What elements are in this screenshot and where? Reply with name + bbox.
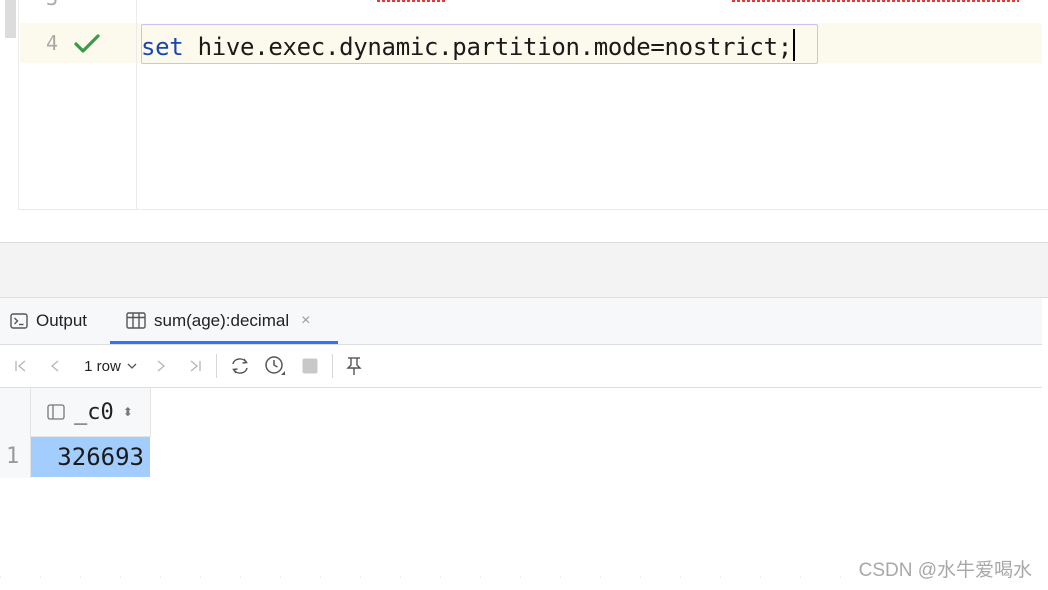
- toolbar-separator: [332, 354, 333, 378]
- tab-result-label: sum(age):decimal: [154, 310, 290, 330]
- stop-icon[interactable]: [298, 355, 322, 377]
- chevron-down-icon: [127, 363, 137, 369]
- console-icon: [10, 312, 28, 329]
- rows-label: 1 row: [84, 357, 121, 375]
- grid-guide-marks: [0, 576, 860, 578]
- results-toolbar: 1 row: [0, 345, 1042, 388]
- editor-bottom-border: [18, 209, 1048, 210]
- check-icon[interactable]: [73, 33, 101, 55]
- first-page-icon[interactable]: [10, 355, 32, 377]
- toolbar-separator: [216, 354, 217, 378]
- tab-output-label: Output: [36, 310, 88, 330]
- column-icon: [47, 404, 65, 420]
- table-icon: [126, 312, 146, 329]
- previous-page-icon[interactable]: [44, 355, 66, 377]
- error-underline: [377, 0, 445, 2]
- sort-icon[interactable]: ⬍: [123, 406, 133, 418]
- close-icon[interactable]: ×: [301, 312, 310, 330]
- gutter-separator: [136, 0, 137, 209]
- sql-editor[interactable]: 3 4 set hive.exec.dynamic.partition.mode…: [0, 0, 1048, 242]
- watermark: CSDN @水牛爱喝水: [858, 560, 1032, 581]
- rows-per-page-select[interactable]: 1 row: [80, 355, 142, 377]
- editor-scrollbar-thumb[interactable]: [5, 0, 16, 38]
- results-tab-bar: Output sum(age):decimal ×: [0, 298, 1042, 345]
- code-terminator: ;: [777, 33, 792, 61]
- sql-keyword: set: [141, 33, 184, 61]
- error-underline: [732, 0, 1019, 2]
- refresh-icon[interactable]: [228, 355, 252, 377]
- result-grid: _c0 ⬍ 1 326693 CSDN @水牛爱喝水: [0, 388, 1048, 590]
- table-cell[interactable]: 326693: [31, 437, 150, 477]
- panel-splitter[interactable]: [0, 242, 1048, 298]
- text-caret: [792, 29, 795, 61]
- line-number: 3: [46, 0, 58, 10]
- pin-icon[interactable]: [342, 355, 366, 377]
- row-number: 1: [6, 444, 20, 469]
- column-header[interactable]: _c0 ⬍: [31, 388, 151, 437]
- column-name: _c0: [74, 399, 114, 425]
- code-text: hive.exec.dynamic.partition.mode=nostric…: [183, 33, 778, 61]
- last-page-icon[interactable]: [184, 355, 206, 377]
- next-page-icon[interactable]: [150, 355, 172, 377]
- tab-output[interactable]: Output: [10, 298, 87, 343]
- code-line[interactable]: set hive.exec.dynamic.partition.mode=nos…: [141, 29, 795, 62]
- active-tab-indicator: [110, 341, 338, 344]
- history-clock-icon[interactable]: [262, 355, 288, 377]
- tab-result[interactable]: sum(age):decimal ×: [110, 298, 320, 343]
- line-number: 4: [46, 31, 59, 55]
- cell-value: 326693: [57, 443, 144, 471]
